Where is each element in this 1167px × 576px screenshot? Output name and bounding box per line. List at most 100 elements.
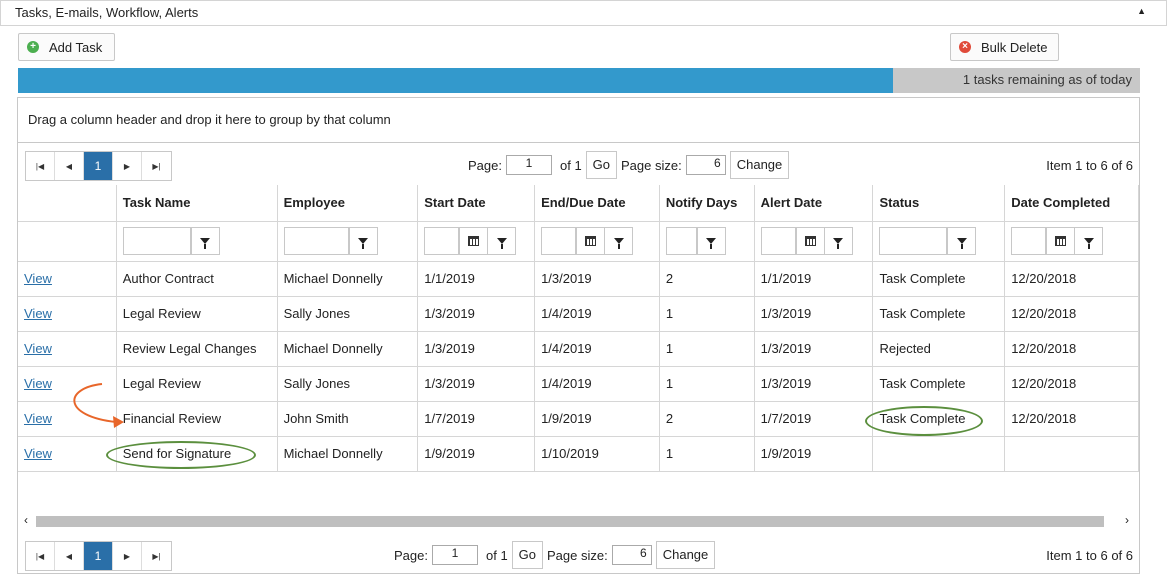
filter-icon[interactable] bbox=[487, 228, 515, 254]
page-size-input[interactable]: 6 bbox=[611, 545, 652, 565]
task-name-filter[interactable] bbox=[122, 227, 220, 255]
table-row[interactable]: View Legal Review Sally Jones 1/3/2019 1/4/2… bbox=[18, 366, 1139, 402]
panel-title: Tasks, E-mails, Workflow, Alerts bbox=[15, 5, 199, 20]
last-page-icon[interactable]: ▶| bbox=[142, 542, 171, 570]
table-row[interactable]: View Legal Review Sally Jones 1/3/2019 1/4/2… bbox=[18, 296, 1139, 332]
filter-input[interactable] bbox=[667, 228, 697, 254]
col-header-task-name[interactable]: Task Name bbox=[116, 185, 278, 222]
table-row[interactable]: View Review Legal Changes Michael Donnelly… bbox=[18, 331, 1139, 367]
end-date-cell: 1/10/2019 bbox=[534, 436, 660, 472]
filter-input[interactable] bbox=[542, 228, 577, 254]
filter-icon[interactable] bbox=[1074, 228, 1102, 254]
horizontal-scrollbar[interactable]: ‹ › bbox=[18, 512, 1139, 529]
col-header-end-due-date[interactable]: End/Due Date bbox=[534, 185, 660, 222]
employee-cell: Michael Donnelly bbox=[277, 261, 419, 297]
pager-controls: Page: 1 of 1 Go Page size: 6 Change bbox=[468, 151, 790, 179]
page-input[interactable]: 1 bbox=[505, 155, 552, 175]
group-drop-area[interactable]: Drag a column header and drop it here to… bbox=[18, 98, 1139, 143]
last-page-icon[interactable]: ▶| bbox=[142, 152, 171, 180]
filter-input[interactable] bbox=[880, 228, 948, 254]
view-link[interactable]: View bbox=[24, 341, 52, 356]
filter-icon[interactable] bbox=[190, 228, 219, 254]
notify-days-cell: 1 bbox=[659, 366, 755, 402]
view-link: View bbox=[18, 436, 117, 472]
col-header-employee[interactable]: Employee bbox=[277, 185, 419, 222]
page-label: Page: bbox=[468, 157, 502, 173]
employee-cell: Michael Donnelly bbox=[277, 331, 419, 367]
collapse-icon[interactable]: ▲ bbox=[1137, 6, 1146, 16]
current-page-button[interactable]: 1 bbox=[84, 542, 113, 570]
go-button[interactable]: Go bbox=[511, 541, 544, 569]
progress-fill bbox=[18, 68, 894, 93]
date-completed-cell: 12/20/2018 bbox=[1004, 261, 1139, 297]
next-page-icon[interactable]: ▶ bbox=[113, 542, 142, 570]
page-input[interactable]: 1 bbox=[431, 545, 478, 565]
filter-input[interactable] bbox=[1012, 228, 1047, 254]
view-link[interactable]: View bbox=[24, 271, 52, 286]
filter-icon[interactable] bbox=[947, 228, 975, 254]
date-completed-cell bbox=[1004, 436, 1139, 472]
page-size-input[interactable]: 6 bbox=[685, 155, 726, 175]
add-task-button[interactable]: + Add Task bbox=[18, 33, 115, 61]
alert-date-cell: 1/3/2019 bbox=[754, 296, 874, 332]
filter-status bbox=[872, 221, 1006, 262]
filter-icon[interactable] bbox=[696, 228, 725, 254]
view-link: View bbox=[18, 331, 117, 367]
change-button[interactable]: Change bbox=[655, 541, 716, 569]
filter-alert-date bbox=[754, 221, 874, 262]
first-page-icon[interactable]: |◀ bbox=[26, 152, 55, 180]
filter-icon[interactable] bbox=[348, 228, 377, 254]
col-header-alert-date[interactable]: Alert Date bbox=[754, 185, 874, 222]
panel-header: Tasks, E-mails, Workflow, Alerts ▲ bbox=[0, 0, 1167, 26]
end-date-filter[interactable] bbox=[541, 227, 634, 255]
filter-row bbox=[18, 221, 1139, 262]
notify-days-cell: 2 bbox=[659, 261, 755, 297]
employee-cell: Sally Jones bbox=[277, 296, 419, 332]
current-page-button[interactable]: 1 bbox=[84, 152, 113, 180]
change-button[interactable]: Change bbox=[729, 151, 790, 179]
filter-input[interactable] bbox=[425, 228, 460, 254]
bulk-delete-button[interactable]: × Bulk Delete bbox=[950, 33, 1059, 61]
view-link[interactable]: View bbox=[24, 411, 52, 426]
employee-filter[interactable] bbox=[283, 227, 378, 255]
view-link[interactable]: View bbox=[24, 306, 52, 321]
next-page-icon[interactable]: ▶ bbox=[113, 152, 142, 180]
annotation-oval-send-for-signature bbox=[106, 441, 256, 469]
filter-input[interactable] bbox=[285, 228, 349, 254]
annotation-oval-task-complete bbox=[865, 406, 983, 436]
status-cell: Task Complete bbox=[872, 296, 1006, 332]
start-date-cell: 1/9/2019 bbox=[417, 436, 536, 472]
end-date-cell: 1/4/2019 bbox=[534, 331, 660, 367]
prev-page-icon[interactable]: ◀ bbox=[55, 542, 84, 570]
tasks-grid: Drag a column header and drop it here to… bbox=[17, 97, 1140, 574]
prev-page-icon[interactable]: ◀ bbox=[55, 152, 84, 180]
start-date-filter[interactable] bbox=[424, 227, 517, 255]
alert-date-filter[interactable] bbox=[760, 227, 853, 255]
page-size-label: Page size: bbox=[621, 157, 682, 173]
calendar-icon[interactable] bbox=[1046, 228, 1074, 254]
task-name-cell: Legal Review bbox=[116, 296, 278, 332]
col-header-notify-days[interactable]: Notify Days bbox=[659, 185, 755, 222]
scroll-left-icon[interactable]: ‹ bbox=[24, 513, 28, 527]
filter-icon[interactable] bbox=[604, 228, 632, 254]
view-link[interactable]: View bbox=[24, 376, 52, 391]
calendar-icon[interactable] bbox=[795, 228, 824, 254]
table-row[interactable]: View Author Contract Michael Donnelly 1/1/2… bbox=[18, 261, 1139, 297]
date-completed-filter[interactable] bbox=[1011, 227, 1104, 255]
go-button[interactable]: Go bbox=[585, 151, 618, 179]
first-page-icon[interactable]: |◀ bbox=[26, 542, 55, 570]
calendar-icon[interactable] bbox=[459, 228, 487, 254]
calendar-icon[interactable] bbox=[576, 228, 604, 254]
filter-input[interactable] bbox=[124, 228, 191, 254]
pager-info: Item 1 to 6 of 6 bbox=[1046, 548, 1133, 563]
notify-days-filter[interactable] bbox=[665, 227, 726, 255]
status-filter[interactable] bbox=[879, 227, 977, 255]
col-header-status[interactable]: Status bbox=[872, 185, 1006, 222]
scroll-right-icon[interactable]: › bbox=[1125, 513, 1129, 527]
view-link[interactable]: View bbox=[24, 446, 52, 461]
col-header-date-completed[interactable]: Date Completed bbox=[1004, 185, 1139, 222]
scrollbar-thumb[interactable] bbox=[36, 516, 1104, 527]
col-header-start-date[interactable]: Start Date bbox=[417, 185, 536, 222]
filter-icon[interactable] bbox=[823, 228, 852, 254]
filter-input[interactable] bbox=[762, 228, 796, 254]
